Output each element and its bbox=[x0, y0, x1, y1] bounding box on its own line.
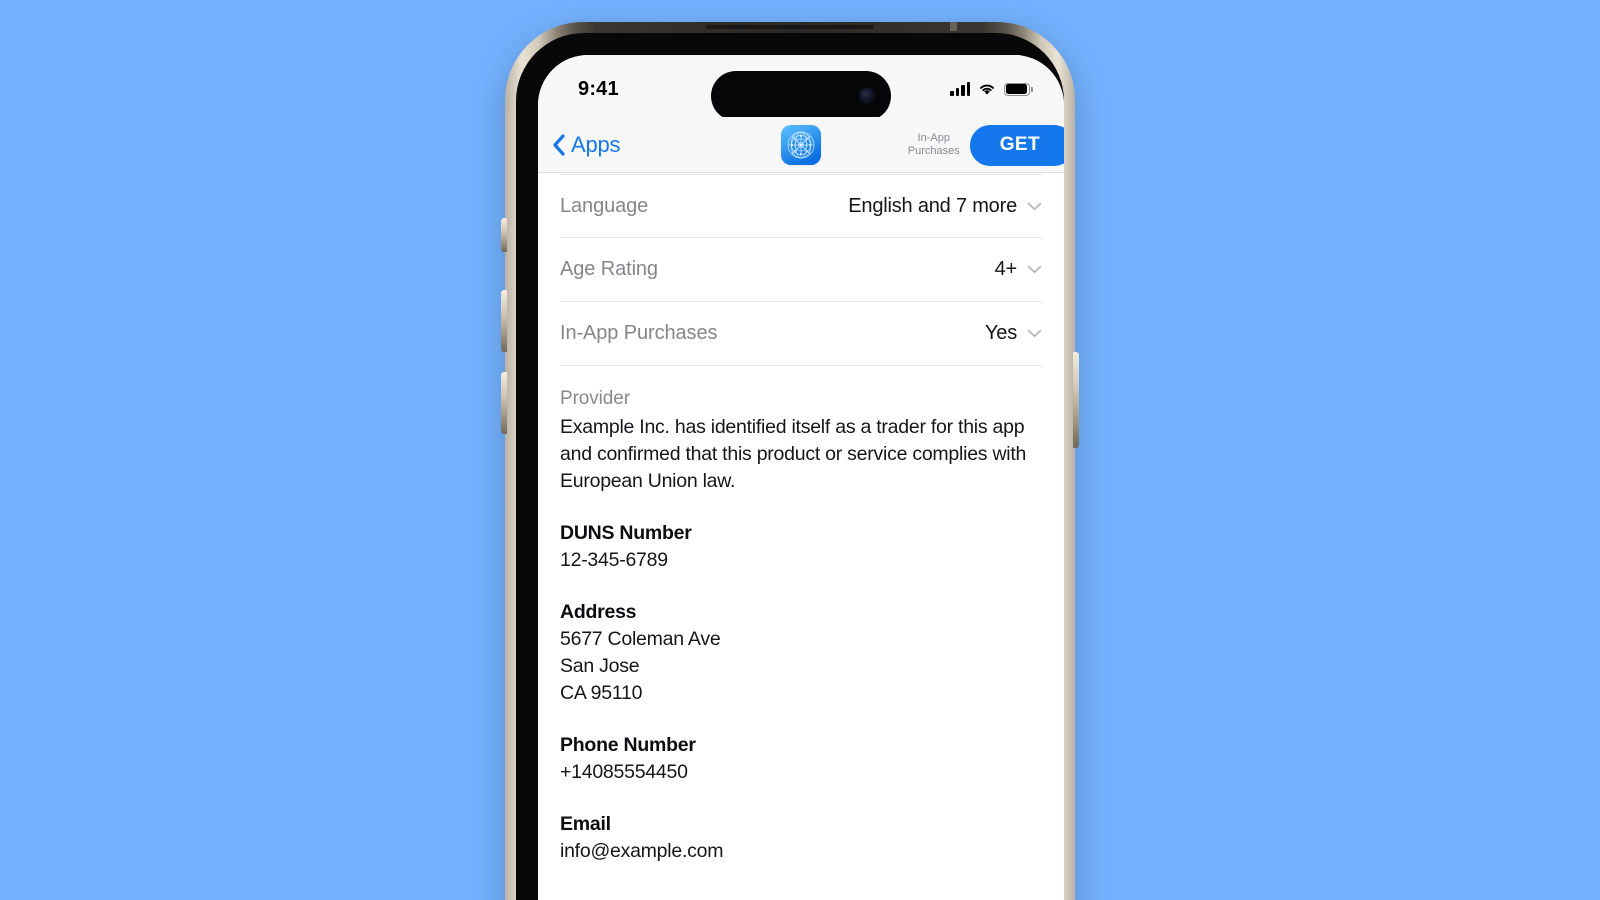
earpiece-speaker-slot bbox=[706, 25, 874, 29]
status-bar-indicators bbox=[950, 82, 1033, 96]
chevron-left-icon bbox=[553, 133, 565, 156]
volume-down-button[interactable] bbox=[501, 372, 507, 434]
wifi-icon bbox=[979, 84, 995, 95]
battery-full-icon bbox=[1004, 82, 1033, 96]
front-camera-lens-icon bbox=[859, 88, 875, 104]
get-button[interactable]: GET bbox=[969, 124, 1064, 166]
back-button-label: Apps bbox=[571, 131, 621, 157]
info-row-in-app-purchases[interactable]: In-App Purchases Yes bbox=[560, 302, 1042, 366]
nav-bar-actions: In-App Purchases GET bbox=[908, 117, 1064, 173]
volume-up-button[interactable] bbox=[501, 290, 507, 352]
detail-group-duns-number: DUNS Number 12-345-6789 bbox=[560, 522, 1042, 574]
dynamic-island bbox=[711, 71, 891, 121]
phone-screen: 9:41 Apps In-App Purchases GET Language … bbox=[538, 55, 1064, 900]
info-row-label: In-App Purchases bbox=[560, 322, 718, 344]
info-row-value: Yes bbox=[984, 322, 1017, 344]
detail-value: 12-345-6789 bbox=[560, 549, 668, 571]
in-app-purchases-label: In-App Purchases bbox=[907, 132, 960, 157]
chevron-down-icon bbox=[1027, 329, 1042, 338]
silent-switch-button[interactable] bbox=[501, 218, 507, 252]
detail-value: +14085554450 bbox=[560, 761, 688, 783]
app-information-list[interactable]: Language English and 7 more Age Rating 4… bbox=[538, 174, 1064, 900]
chevron-down-icon bbox=[1027, 265, 1042, 274]
provider-section: Provider Example Inc. has identified its… bbox=[560, 366, 1042, 865]
info-row-value-group: 4+ bbox=[995, 258, 1042, 281]
status-bar-time: 9:41 bbox=[578, 77, 619, 100]
detail-title: Phone Number bbox=[560, 734, 696, 756]
detail-title: DUNS Number bbox=[560, 522, 692, 544]
detail-group-email: Email info@example.com bbox=[560, 813, 1042, 865]
info-row-value: English and 7 more bbox=[848, 194, 1017, 217]
detail-group-phone-number: Phone Number +14085554450 bbox=[560, 734, 1042, 786]
info-row-value: 4+ bbox=[994, 258, 1018, 280]
provider-statement: Example Inc. has identified itself as a … bbox=[560, 416, 1027, 492]
navigation-bar: Apps In-App Purchases GET bbox=[538, 117, 1064, 173]
screen-bezel: 9:41 Apps In-App Purchases GET Language … bbox=[516, 33, 1064, 900]
info-row-value-group: English and 7 more bbox=[848, 195, 1042, 218]
provider-heading: Provider bbox=[560, 388, 630, 409]
info-row-value-group: Yes bbox=[985, 322, 1042, 345]
info-row-label: Language bbox=[560, 194, 649, 217]
info-row-label: Age Rating bbox=[560, 258, 658, 280]
detail-title: Address bbox=[560, 601, 637, 623]
chevron-down-icon bbox=[1027, 202, 1042, 210]
info-row-age-rating[interactable]: Age Rating 4+ bbox=[560, 238, 1042, 302]
info-row-language[interactable]: Language English and 7 more bbox=[560, 174, 1042, 238]
iphone-device-frame: 9:41 Apps In-App Purchases GET Language … bbox=[501, 22, 1079, 900]
detail-group-address: Address 5677 Coleman Ave San Jose CA 951… bbox=[560, 601, 1042, 707]
back-button[interactable]: Apps bbox=[552, 131, 621, 158]
detail-value: 5677 Coleman Ave San Jose CA 95110 bbox=[560, 628, 721, 704]
detail-value: info@example.com bbox=[560, 840, 724, 862]
app-icon-globe[interactable] bbox=[781, 124, 821, 165]
antenna-band-line bbox=[950, 22, 957, 31]
cellular-signal-icon bbox=[950, 82, 970, 96]
detail-title: Email bbox=[560, 813, 611, 835]
power-side-button[interactable] bbox=[1073, 352, 1079, 448]
